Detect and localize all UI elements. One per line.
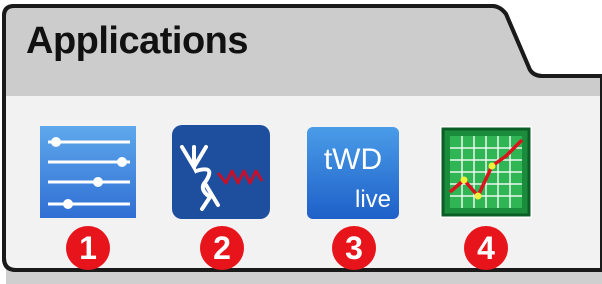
twd-live-icon[interactable]: tWD live [307, 127, 399, 219]
badge-1: 1 [66, 226, 110, 270]
twd-icon-text: tWD [324, 143, 382, 176]
panel-title: Applications [26, 20, 249, 62]
badge-3: 3 [332, 226, 376, 270]
live-icon-text: live [355, 186, 391, 213]
sliders-settings-icon[interactable] [40, 126, 136, 218]
badge-2: 2 [200, 226, 244, 270]
trend-chart-icon[interactable] [440, 126, 532, 218]
signal-waveform-app-icon[interactable] [172, 125, 270, 219]
badge-4: 4 [464, 226, 508, 270]
